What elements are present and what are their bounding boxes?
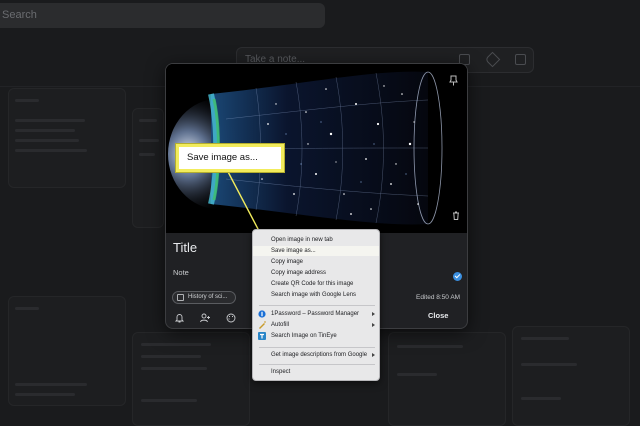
menu-separator <box>259 364 375 365</box>
menu-item-1password[interactable]: 1Password – Password Manager <box>253 309 379 319</box>
add-collaborator-icon[interactable] <box>200 310 211 328</box>
1password-icon <box>258 310 266 318</box>
background-note-card <box>132 332 250 426</box>
menu-item-inspect[interactable]: Inspect <box>253 367 379 377</box>
autofill-icon <box>258 321 266 329</box>
background-note-card <box>132 108 164 228</box>
menu-item-open-image[interactable]: Open image in new tab <box>253 235 379 245</box>
background-note-card <box>388 332 506 426</box>
menu-item-copy-image[interactable]: Copy image <box>253 257 379 267</box>
trash-icon[interactable] <box>452 207 460 225</box>
edited-timestamp: Edited 8:50 AM <box>416 294 461 301</box>
menu-item-label: Inspect <box>271 369 291 375</box>
bell-icon[interactable] <box>174 310 185 328</box>
pen-icon[interactable] <box>484 51 501 68</box>
menu-item-tineye[interactable]: Search Image on TinEye <box>253 331 379 341</box>
menu-item-copy-image-address[interactable]: Copy image address <box>253 268 379 278</box>
menu-item-label: Get image descriptions from Google <box>271 352 368 358</box>
note-title[interactable]: Title <box>173 240 197 255</box>
context-menu: Open image in new tab Save image as... C… <box>252 229 380 381</box>
chevron-right-icon <box>372 323 375 327</box>
menu-separator <box>259 347 375 348</box>
document-icon <box>177 294 184 301</box>
menu-item-label: Search Image on TinEye <box>271 333 337 339</box>
menu-separator <box>259 305 375 306</box>
tineye-icon <box>258 332 266 340</box>
chevron-right-icon <box>372 353 375 357</box>
link-chip[interactable]: History of sci... <box>172 291 236 304</box>
search-bar[interactable]: Search <box>0 3 325 28</box>
menu-item-save-image[interactable]: Save image as... <box>253 246 379 256</box>
check-circle-icon <box>453 272 462 281</box>
menu-item-google-lens[interactable]: Search image with Google Lens <box>253 290 379 300</box>
image-icon[interactable] <box>515 54 526 65</box>
menu-item-label: 1Password – Password Manager <box>271 311 360 317</box>
background-note-card <box>512 326 630 426</box>
menu-item-label: Autofill <box>271 322 290 328</box>
menu-item-image-descriptions[interactable]: Get image descriptions from Google <box>253 350 379 360</box>
palette-icon[interactable] <box>226 310 236 328</box>
chevron-right-icon <box>372 312 375 316</box>
menu-item-autofill[interactable]: Autofill <box>253 320 379 330</box>
background-note-card <box>8 88 126 188</box>
link-chip-label: History of sci... <box>188 294 228 300</box>
pin-icon[interactable] <box>449 73 458 91</box>
close-button[interactable]: Close <box>428 311 448 320</box>
note-body[interactable]: Note <box>173 268 189 277</box>
callout-label: Save image as... <box>176 144 284 172</box>
menu-item-create-qr[interactable]: Create QR Code for this image <box>253 279 379 289</box>
background-note-card <box>8 296 126 406</box>
